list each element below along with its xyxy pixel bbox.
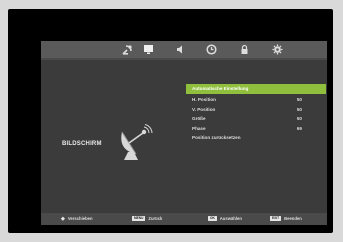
menu-item-label: Phase xyxy=(192,125,206,131)
menu-item-value: 50 xyxy=(296,97,302,102)
menu-item-value: 69 xyxy=(296,125,302,131)
category-panel: BILDSCHIRM xyxy=(41,60,178,213)
hint-label: Beenden xyxy=(284,216,302,221)
clock-icon[interactable] xyxy=(205,43,218,56)
menu-item-label: Automatische Einstellung xyxy=(192,86,249,91)
menu-item-label: Position zurücksetzen xyxy=(192,135,241,140)
hint-select: OK Auswählen xyxy=(208,213,242,225)
tv-screen: BILDSCHIRM Automatische Einstellung H. P… xyxy=(8,9,333,233)
speaker-icon[interactable] xyxy=(174,43,187,56)
hint-label: Auswählen xyxy=(219,216,242,221)
menu-item-label: V. Position xyxy=(192,106,216,112)
footer-hints: ◆ Verschieben MENU Zurück OK Auswählen EXIT… xyxy=(41,213,327,225)
menu-item-auto-adjust[interactable]: Automatische Einstellung xyxy=(186,84,326,94)
page-title: BILDSCHIRM xyxy=(62,141,102,147)
menu-item-h-position[interactable]: H. Position 50 xyxy=(186,95,326,105)
hint-exit: EXIT Beenden xyxy=(270,213,302,225)
hint-label: Verschieben xyxy=(67,216,93,222)
satellite-icon[interactable] xyxy=(121,43,134,56)
menu-item-label: Größe xyxy=(192,116,206,121)
menu-item-value: 50 xyxy=(296,106,302,112)
menu-item-value: 50 xyxy=(296,116,302,121)
osd-menu: BILDSCHIRM Automatische Einstellung H. P… xyxy=(41,41,327,225)
settings-menu: Automatische Einstellung H. Position 50 … xyxy=(186,84,326,143)
arrows-icon: ◆ xyxy=(61,216,65,222)
display-icon[interactable] xyxy=(142,43,155,56)
hint-label: Zurück xyxy=(148,216,163,221)
satellite-dish-icon xyxy=(114,124,154,162)
ok-key-icon: OK xyxy=(208,216,217,222)
menu-key-icon: MENU xyxy=(132,216,146,222)
lock-icon[interactable] xyxy=(238,43,251,56)
menu-item-size[interactable]: Größe 50 xyxy=(186,114,326,124)
hint-move: ◆ Verschieben xyxy=(61,213,93,225)
menu-item-reset-position[interactable]: Position zurücksetzen xyxy=(186,133,326,143)
hint-back: MENU Zurück xyxy=(132,213,162,225)
menu-item-phase[interactable]: Phase 69 xyxy=(186,124,326,134)
exit-key-icon: EXIT xyxy=(270,216,282,222)
menu-item-label: H. Position xyxy=(192,97,216,102)
gear-icon[interactable] xyxy=(271,43,284,56)
tab-bar xyxy=(41,41,327,58)
menu-item-v-position[interactable]: V. Position 50 xyxy=(186,105,326,115)
